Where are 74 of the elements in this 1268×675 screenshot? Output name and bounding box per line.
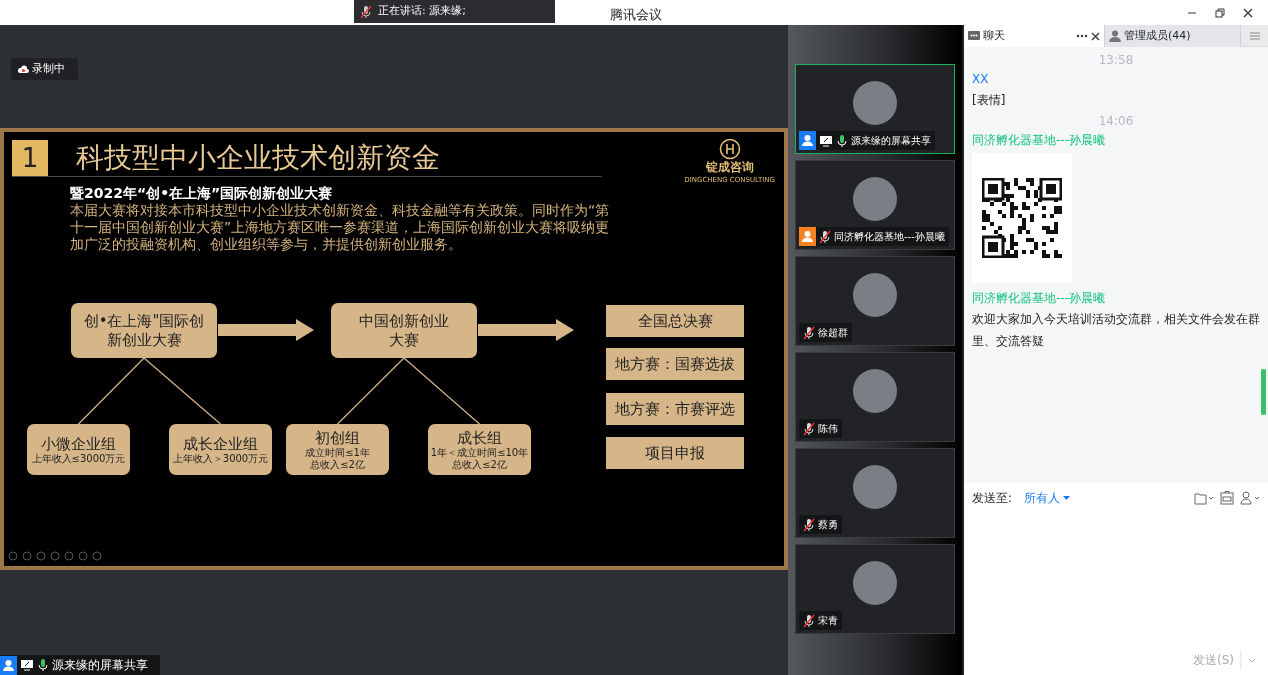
video-tile[interactable]: 同济孵化器基地---孙晨曦 (795, 160, 955, 250)
message-sender: 同济孵化器基地---孙晨曦 (972, 290, 1106, 307)
participant-name: 宋青 (818, 614, 838, 628)
close-icon (1242, 6, 1254, 19)
send-to-label: 发送至: (972, 490, 1013, 507)
caret-icon (1063, 496, 1071, 500)
group-name: 初创组 (315, 428, 360, 447)
cloud-icon (17, 64, 29, 74)
participant-name: 同济孵化器基地---孙晨曦 (834, 230, 945, 244)
more-icon[interactable] (1076, 34, 1088, 38)
group-criteria: 总收入≤2亿 (310, 458, 365, 471)
speaking-text: 正在讲话: 源来缘; (378, 3, 466, 20)
message-text: [表情] (972, 92, 1007, 109)
video-tile[interactable]: 源来缘的屏幕共享 (795, 64, 955, 154)
participant-name: 陈伟 (818, 422, 838, 436)
group-criteria: 总收入≤2亿 (452, 458, 507, 471)
video-tile[interactable]: 徐超群 (795, 256, 955, 346)
avatar (853, 81, 897, 125)
avatar (853, 273, 897, 317)
video-tile[interactable]: 陈伟 (795, 352, 955, 442)
participant-name: 徐超群 (818, 326, 848, 340)
stage-box: 地方赛：市赛评选 (606, 393, 744, 425)
message-sender: 同济孵化器基地---孙晨曦 (972, 132, 1106, 149)
mic-icon (37, 658, 49, 672)
stage-box: 项目申报 (606, 437, 744, 469)
slide-number: 1 (12, 140, 48, 176)
restore-icon (1214, 6, 1226, 19)
message-text: 欢迎大家加入今天培训活动交流群，相关文件会发在群里、交流答疑 (972, 311, 1260, 350)
participant-name: 蔡勇 (818, 518, 838, 532)
slide-title: 科技型中小企业技术创新资金 (76, 140, 440, 176)
recipient-dropdown[interactable]: 所有人 (1024, 489, 1071, 507)
screen-share-icon (20, 658, 34, 672)
host-icon (0, 655, 17, 675)
group-criteria: 上年收入≤3000万元 (31, 452, 126, 465)
recording-text: 录制中 (32, 60, 65, 77)
avatar (853, 465, 897, 509)
message-time: 14:06 (1097, 113, 1135, 130)
chat-icon (968, 30, 980, 42)
stage-box: 全国总决赛 (606, 305, 744, 337)
window-title: 腾讯会议 (610, 6, 662, 24)
close-icon[interactable] (1091, 31, 1100, 41)
slide-subtitle: 暨2022年“创•在上海”国际创新创业大赛 (70, 185, 334, 202)
competition-node: 创•在上海"国际创新创业大赛 (71, 303, 217, 358)
avatar (853, 561, 897, 605)
folder-icon[interactable] (1194, 491, 1214, 505)
message-time: 13:58 (1097, 52, 1135, 69)
logo-text: 锭成咨询 (705, 160, 754, 175)
logo-icon (718, 138, 741, 160)
group-criteria: 上年收入＞3000万元 (172, 452, 269, 465)
video-tile[interactable]: 宋青 (795, 544, 955, 634)
slide-paragraph: 本届大赛将对接本市科技型中小企业技术创新资金、科技金融等有关政策。同时作为“第十一届中国创新创业大赛”上海地方赛区唯一参赛渠道，上海国际创新创业大赛将吸纳更加广泛的投融资机构、创业组织等参与，并提供创新创业服务。 (70, 202, 611, 253)
share-label-text: 源来缘的屏幕共享 (52, 657, 148, 674)
avatar (853, 369, 897, 413)
group-criteria: 1年＜成立时间≤10年 (430, 446, 529, 459)
tab-label: 管理成员(44) (1124, 27, 1191, 44)
scrollbar (1261, 369, 1266, 415)
muted-mic-icon (360, 4, 372, 19)
document-icon[interactable] (1220, 491, 1234, 505)
chat-tab[interactable]: 聊天 (964, 25, 1105, 47)
group-criteria: 成立时间≤1年 (305, 446, 370, 459)
tab-label: 聊天 (983, 27, 1005, 44)
competition-node: 中国创新创业大赛 (331, 303, 477, 358)
video-tile[interactable]: 蔡勇 (795, 448, 955, 538)
avatar (853, 177, 897, 221)
group-name: 成长企业组 (183, 434, 258, 453)
participant-name: 源来缘的屏幕共享 (851, 134, 931, 148)
chat-tab[interactable]: 管理成员(44) (1105, 25, 1241, 47)
person-icon (1109, 30, 1121, 42)
group-name: 小微企业组 (41, 434, 116, 453)
person-icon[interactable] (1240, 491, 1260, 505)
group-name: 成长组 (457, 428, 502, 447)
message-sender: XX (972, 71, 990, 88)
stage-box: 地方赛：国赛选拔 (606, 348, 744, 380)
menu-icon (1250, 32, 1260, 40)
